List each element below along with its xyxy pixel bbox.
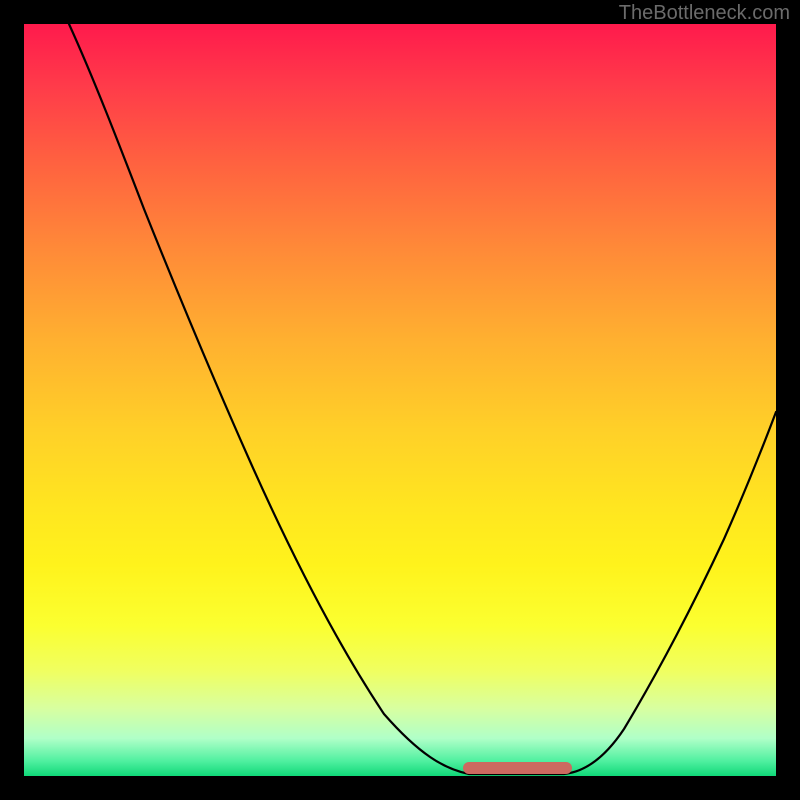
plot-area <box>24 24 776 776</box>
curve-path <box>69 24 776 774</box>
chart-frame: TheBottleneck.com <box>0 0 800 800</box>
bottleneck-curve <box>24 24 776 776</box>
watermark-text: TheBottleneck.com <box>619 2 790 25</box>
